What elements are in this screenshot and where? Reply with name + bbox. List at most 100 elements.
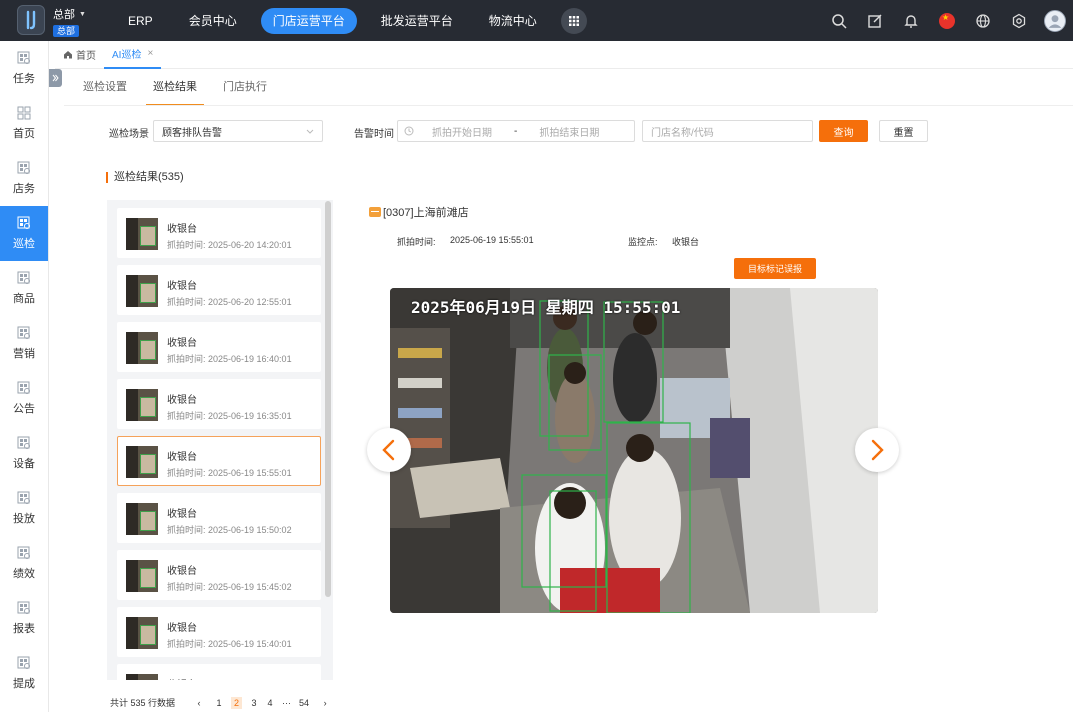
user-avatar-button[interactable] [1037,0,1073,41]
sidebar-item-1[interactable]: 首页 [0,96,48,151]
list-item-time: 抓拍时间: 2025-06-20 12:55:01 [167,297,292,307]
module-icon [17,436,30,449]
sidebar-item-10[interactable]: 报表 [0,591,48,646]
top-nav: ERP 会员中心 门店运营平台 批发运营平台 物流中心 [116,0,587,41]
sidebar-item-0[interactable]: 任务 [0,41,48,96]
sidebar-item-6[interactable]: 公告 [0,371,48,426]
tab-store-execution[interactable]: 门店执行 [216,69,274,106]
list-item[interactable]: 收银台 抓拍时间: 2025-06-19 15:45:02 [117,550,321,600]
sidebar-toggle-button[interactable] [49,69,62,87]
nav-store-ops[interactable]: 门店运营平台 [260,7,357,34]
next-page-button[interactable]: › [321,698,329,708]
list-item-time: 抓拍时间: 2025-06-20 14:20:01 [167,240,292,250]
sidebar-item-3[interactable]: 巡检 [0,206,48,261]
sidebar-item-label: 绩效 [13,568,35,580]
page-tabs: 首页 AI巡检 × [55,41,1073,69]
prev-image-button[interactable] [367,428,411,472]
reset-button[interactable]: 重置 [879,120,928,142]
sidebar-item-5[interactable]: 营销 [0,316,48,371]
sidebar-item-label: 报表 [13,623,35,635]
page-3[interactable]: 3 [250,698,258,708]
apps-grid-button[interactable] [560,7,587,34]
sidebar-item-label: 首页 [13,128,35,140]
date-range-picker[interactable]: 抓拍开始日期 - 抓拍结束日期 [397,120,635,142]
next-image-button[interactable] [855,428,899,472]
monitor-value: 收银台 [672,237,700,247]
nav-erp[interactable]: ERP [116,8,165,34]
toolbar-icons [821,0,1073,41]
page-ellipsis[interactable]: ··· [282,698,291,708]
range-separator: - [514,125,518,137]
globe-button[interactable] [965,0,1001,41]
sidebar-item-7[interactable]: 设备 [0,426,48,481]
sidebar-item-label: 公告 [13,403,35,415]
end-date-placeholder[interactable]: 抓拍结束日期 [539,124,599,139]
list-item[interactable]: 收银台 [117,664,321,680]
store-search-input[interactable]: 门店名称/代码 [642,120,813,142]
tab-inspection-settings[interactable]: 巡检设置 [76,69,134,106]
module-icon [17,601,30,614]
pagination: 共计 535 行数据 ‹ 1 2 3 4 ··· 54 › [110,696,333,709]
sidebar-item-label: 设备 [13,458,35,470]
list-item-title: 收银台 [167,395,197,406]
sidebar-item-8[interactable]: 投放 [0,481,48,536]
prev-page-button[interactable]: ‹ [195,698,203,708]
nav-logistics[interactable]: 物流中心 [477,8,549,34]
capture-thumbnail [126,446,158,478]
list-scrollbar[interactable] [325,201,331,597]
org-switcher[interactable]: 总部 ▼ 总部 [53,6,86,37]
page-tab-home-label: 首页 [76,51,96,62]
query-button[interactable]: 查询 [819,120,868,142]
list-item-title: 收银台 [167,224,197,235]
sidebar-item-4[interactable]: 商品 [0,261,48,316]
edit-icon [868,14,882,28]
page-tab-home[interactable]: 首页 [55,41,104,69]
results-list: 收银台 抓拍时间: 2025-06-20 14:20:01 收银台 抓拍时间: 202… [107,200,333,680]
list-item[interactable]: 收银台抓拍时间: 2025-06-20 14:20:01 [117,208,321,258]
total-count: 共计 535 行数据 [110,698,176,708]
list-item-time: 抓拍时间: 2025-06-19 15:45:02 [167,582,292,592]
sidebar-item-2[interactable]: 店务 [0,151,48,206]
search-button[interactable] [821,0,857,41]
list-item[interactable]: 收银台 抓拍时间: 2025-06-19 15:55:01 [117,436,321,486]
sidebar-item-9[interactable]: 绩效 [0,536,48,591]
chevron-left-icon [382,439,395,461]
notification-button[interactable] [893,0,929,41]
sidebar-item-label: 巡检 [13,238,35,250]
page-4[interactable]: 4 [266,698,274,708]
module-icon [17,216,30,229]
grid-icon [17,106,31,120]
list-item-title: 收银台 [167,338,197,349]
nav-member-center[interactable]: 会员中心 [177,8,249,34]
edit-button[interactable] [857,0,893,41]
page-54[interactable]: 54 [299,698,309,708]
double-chevron-right-icon [52,74,59,82]
capture-thumbnail [126,617,158,649]
list-item[interactable]: 收银台 抓拍时间: 2025-06-19 16:35:01 [117,379,321,429]
close-icon[interactable]: × [147,48,153,59]
tab-inspection-results[interactable]: 巡检结果 [146,69,204,106]
list-item-title: 收银台 [167,676,197,680]
language-flag-button[interactable] [929,0,965,41]
settings-button[interactable] [1001,0,1037,41]
sidebar-item-11[interactable]: 提成 [0,646,48,701]
nav-wholesale-ops[interactable]: 批发运营平台 [369,8,465,34]
list-item[interactable]: 收银台 抓拍时间: 2025-06-19 15:50:02 [117,493,321,543]
scene-label: 巡检场景 [109,129,149,140]
start-date-placeholder[interactable]: 抓拍开始日期 [432,124,492,139]
camera-timestamp-overlay: 2025年06月19日 星期四 15:55:01 [411,298,681,317]
store-name: [0307]上海前滩店 [383,207,469,219]
list-item[interactable]: 收银台抓拍时间: 2025-06-20 12:55:01 [117,265,321,315]
results-title: 巡检结果(535) [106,172,184,183]
page-tab-ai-inspection[interactable]: AI巡检 × [104,41,162,69]
china-flag-icon [939,12,955,29]
list-item-title: 收银台 [167,281,197,292]
scene-select[interactable]: 顾客排队告警 [153,120,323,142]
list-item[interactable]: 收银台 抓拍时间: 2025-06-19 16:40:01 [117,322,321,372]
app-logo[interactable] [17,5,45,35]
page-1[interactable]: 1 [215,698,223,708]
page-2[interactable]: 2 [231,696,243,709]
chevron-down-icon [306,129,314,134]
mark-false-alarm-button[interactable]: 目标标记误报 [734,258,816,279]
list-item[interactable]: 收银台 抓拍时间: 2025-06-19 15:40:01 [117,607,321,657]
